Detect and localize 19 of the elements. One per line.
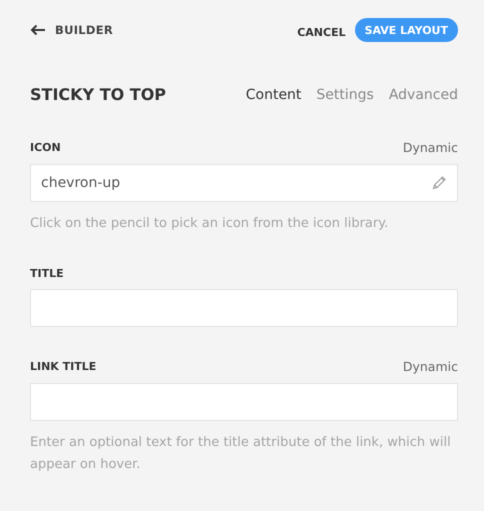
save-layout-button[interactable]: SAVE LAYOUT — [354, 18, 458, 42]
field-label: TITLE — [30, 267, 64, 280]
field-label: LINK TITLE — [30, 360, 96, 373]
text-field[interactable] — [30, 383, 458, 421]
help-text: Enter an optional text for the title attribute of the link, which will appear on hover. — [30, 434, 452, 474]
text-field[interactable] — [30, 289, 458, 327]
icon-field[interactable]: chevron-up — [30, 164, 458, 202]
tab[interactable]: Content — [246, 86, 302, 102]
tab[interactable]: Settings — [316, 86, 374, 102]
pencil-icon[interactable] — [431, 175, 447, 191]
panel-title: STICKY TO TOP — [30, 85, 166, 104]
help-text: Click on the pencil to pick an icon from the icon library. — [30, 215, 390, 233]
field-label: ICON — [30, 141, 61, 154]
arrow-left-icon — [30, 24, 46, 36]
back-button[interactable]: BUILDER — [30, 23, 114, 37]
cancel-button[interactable]: CANCEL — [297, 26, 346, 38]
dynamic-link[interactable]: Dynamic — [402, 359, 458, 374]
dynamic-link[interactable]: Dynamic — [402, 140, 458, 155]
tab[interactable]: Advanced — [388, 86, 458, 102]
